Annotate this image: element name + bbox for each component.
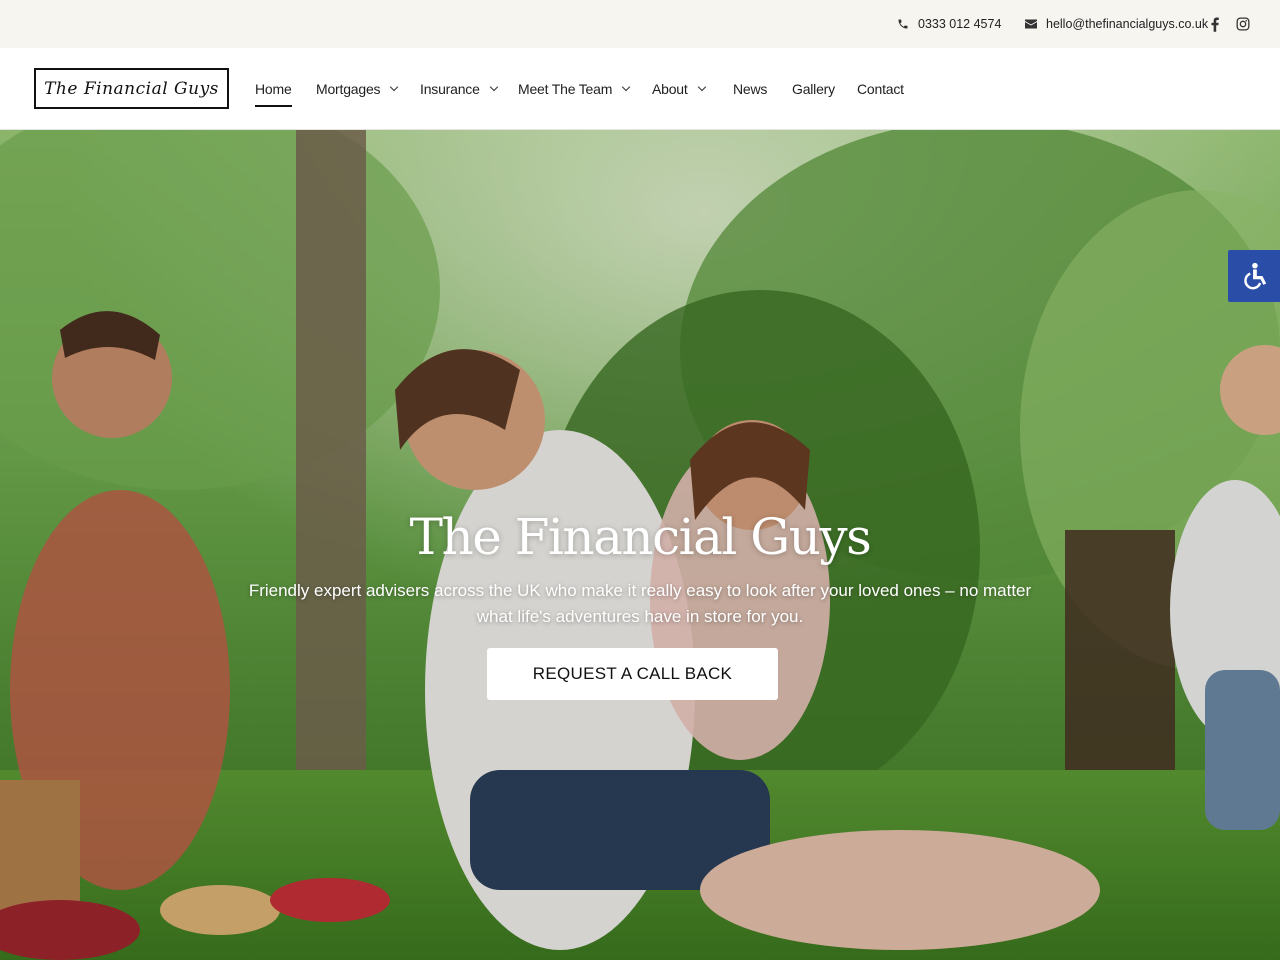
chevron-down-icon [697,82,706,92]
facebook-icon[interactable] [1208,14,1222,34]
logo-text: The Financial Guys [44,78,219,99]
nav-home[interactable]: Home [255,78,292,107]
phone-link[interactable]: 0333 012 4574 [897,0,1001,48]
hero-subtitle: Friendly expert advisers across the UK w… [248,581,1032,626]
nav-insurance[interactable]: Insurance [420,78,498,100]
mail-icon [1025,19,1037,29]
email-address: hello@thefinancialguys.co.uk [1046,17,1209,31]
accessibility-button[interactable] [1228,250,1280,302]
nav-mortgages[interactable]: Mortgages [316,78,399,100]
phone-icon [898,19,908,29]
email-link[interactable]: hello@thefinancialguys.co.uk [1025,0,1208,48]
hero-section: The Financial Guys Friendly expert advis… [0,130,1280,960]
top-bar: 0333 012 4574 hello@thefinancialguys.co.… [0,0,1280,48]
nav-gallery[interactable]: Gallery [792,78,835,100]
chevron-down-icon [621,82,631,92]
nav-contact[interactable]: Contact [857,78,904,100]
chevron-down-icon [390,82,399,92]
request-call-back-button[interactable]: REQUEST A CALL BACK [487,648,778,700]
phone-number: 0333 012 4574 [918,17,1002,31]
site-header: The Financial Guys Home Mortgages Insura… [0,48,1280,130]
instagram-icon[interactable] [1235,15,1251,33]
nav-about[interactable]: About [652,78,706,100]
wheelchair-icon [1244,262,1267,290]
nav-meet-the-team[interactable]: Meet The Team [518,78,631,100]
chevron-down-icon [489,82,498,92]
site-logo[interactable]: The Financial Guys [34,68,229,109]
hero-title: The Financial Guys [409,508,872,566]
nav-news[interactable]: News [733,78,767,100]
